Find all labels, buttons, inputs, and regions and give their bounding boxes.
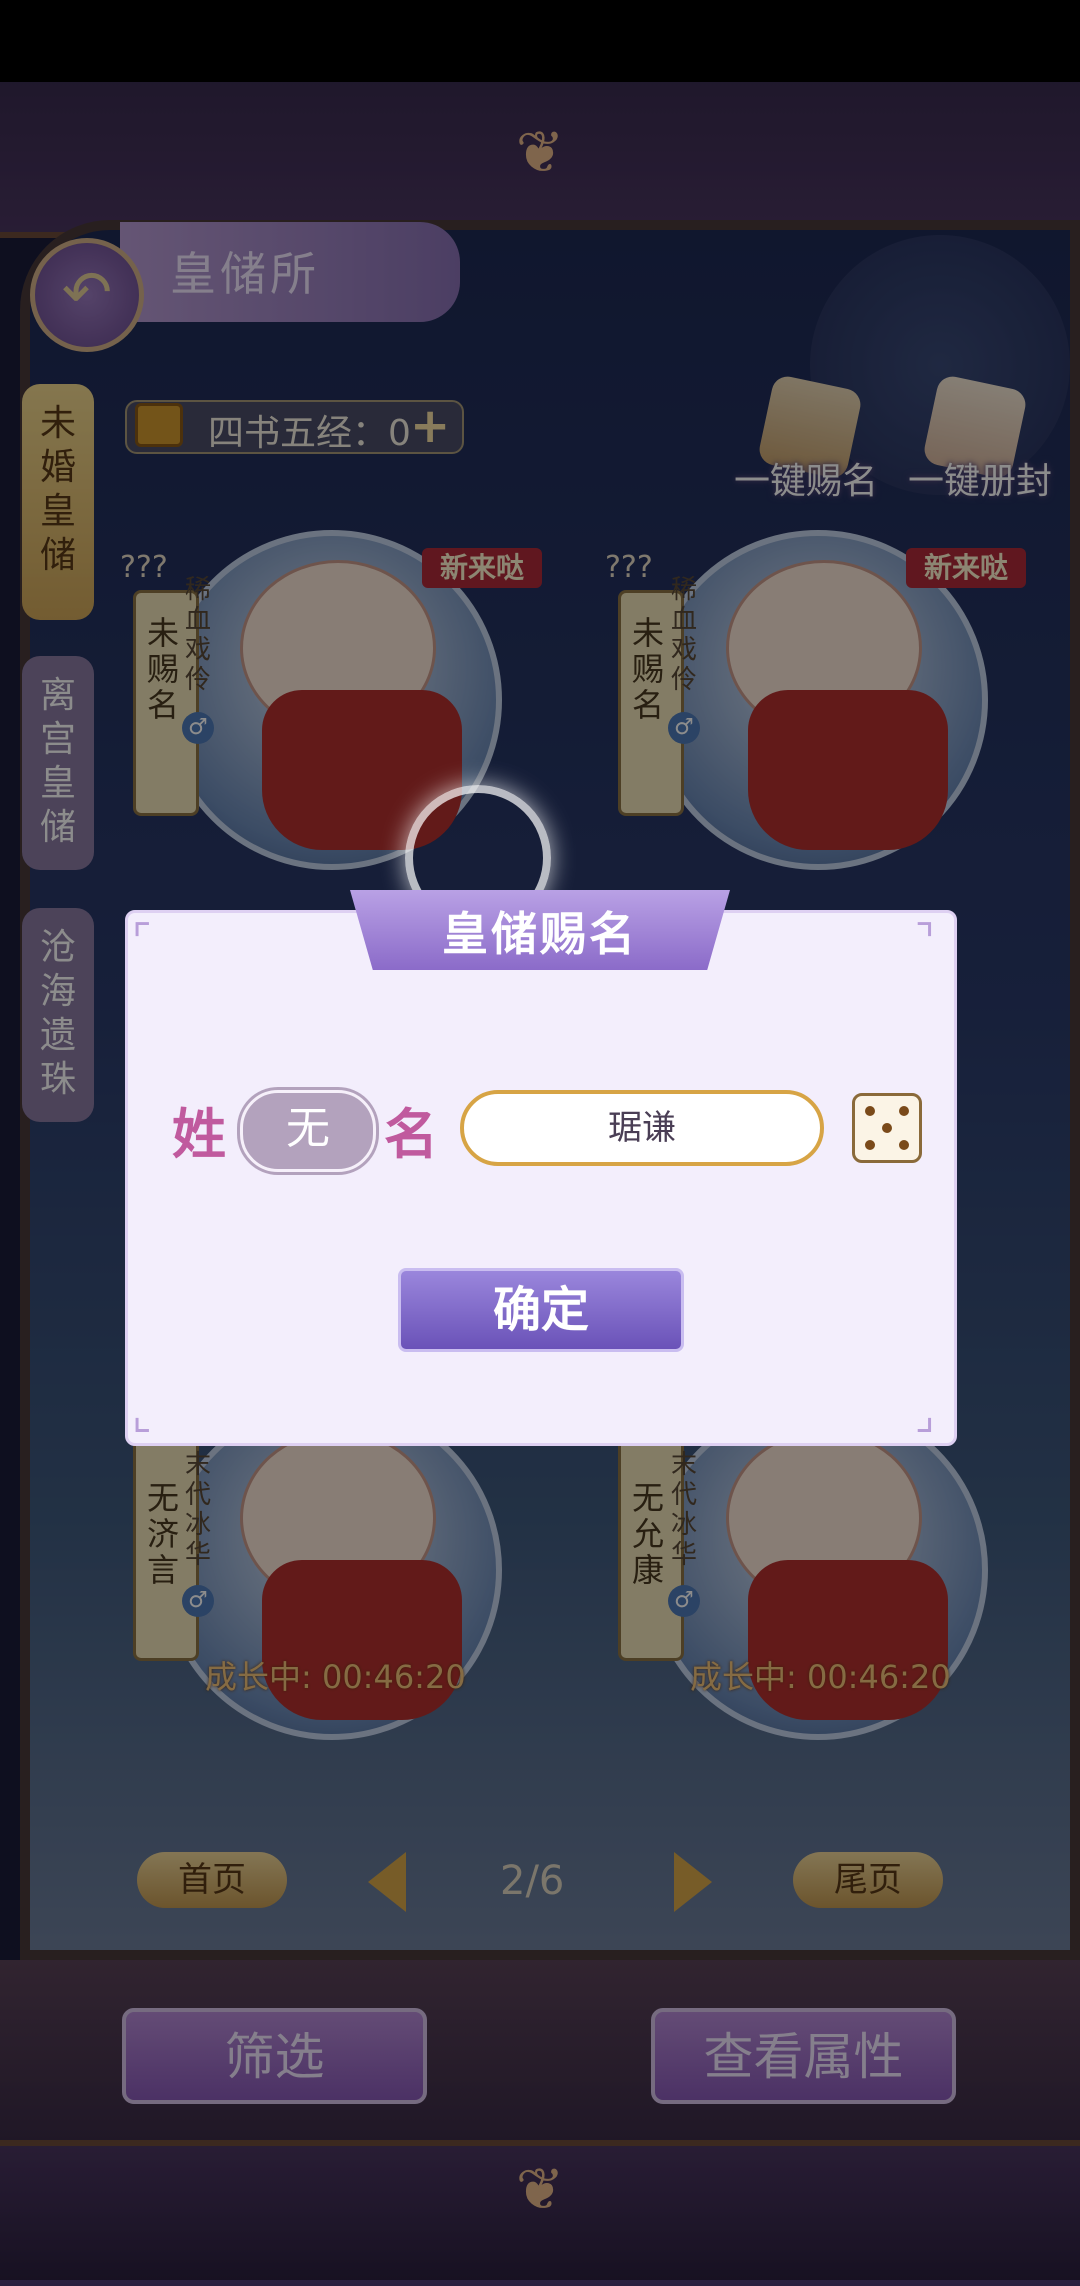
surname-field[interactable]: 无 <box>240 1090 376 1172</box>
dice-icon[interactable] <box>852 1093 922 1163</box>
dialog-title: 皇储赐名 <box>442 907 638 961</box>
surname-label: 姓 <box>172 1102 226 1166</box>
corner-ornament-icon: ⌝ <box>915 915 935 964</box>
confirm-button[interactable]: 确定 <box>398 1268 684 1352</box>
naming-dialog <box>125 910 957 1446</box>
given-name-label: 名 <box>384 1102 438 1166</box>
given-name-input[interactable]: 琚谦 <box>460 1090 824 1166</box>
corner-ornament-icon: ⌜ <box>132 915 152 964</box>
corner-ornament-icon: ⌟ <box>915 1390 935 1439</box>
corner-ornament-icon: ⌞ <box>132 1390 152 1439</box>
